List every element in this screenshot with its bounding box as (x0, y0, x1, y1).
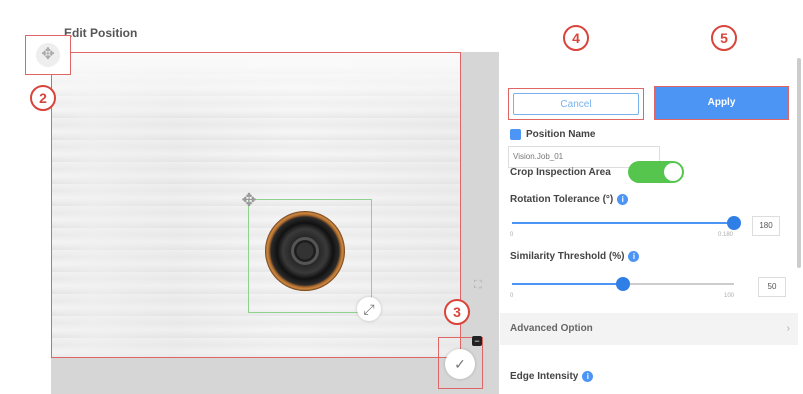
cancel-label: Cancel (513, 93, 639, 115)
similarity-threshold-label: Similarity Threshold (%) (510, 251, 625, 263)
position-name-icon (510, 129, 521, 140)
check-icon[interactable]: ✓ (445, 349, 475, 379)
position-outline (51, 52, 461, 358)
advanced-option-label: Advanced Option (510, 323, 593, 334)
advanced-option-header[interactable]: Advanced Option › (500, 313, 798, 345)
rotation-slider-thumb[interactable] (727, 216, 741, 230)
rotation-value-input[interactable]: 180 (752, 216, 780, 236)
move-position-button[interactable]: ✥ (25, 35, 71, 75)
fit-screen-icon[interactable]: ⛶ (474, 278, 482, 292)
info-icon[interactable]: i (617, 194, 629, 205)
similarity-slider-thumb[interactable] (616, 277, 630, 291)
edge-intensity-section: Edge Intensity i (510, 371, 594, 383)
similarity-value-input[interactable]: 50 (758, 277, 786, 297)
similarity-threshold-section: Similarity Threshold (%) i (510, 251, 640, 263)
rotation-max: 0.180 (718, 232, 734, 238)
edge-intensity-label: Edge Intensity (510, 371, 579, 383)
cancel-button[interactable]: Cancel (508, 88, 644, 120)
rotation-tolerance-label: Rotation Tolerance (°) (510, 194, 614, 206)
minus-icon[interactable]: − (472, 336, 482, 346)
callout-badge-3: 3 (444, 299, 470, 325)
info-icon[interactable]: i (582, 371, 594, 382)
edit-position-screen: Edit Position ✥ ⤢ ✥ 2 3 4 5 ⛶ ✓ − Cancel… (0, 0, 803, 394)
callout-badge-5: 5 (711, 25, 737, 51)
crop-inspection-label: Crop Inspection Area (510, 167, 611, 178)
similarity-slider-fill (512, 283, 623, 285)
callout-badge-2: 2 (30, 85, 56, 111)
page-title: Edit Position (64, 26, 138, 40)
position-name-section: Position Name (510, 129, 595, 140)
position-name-label: Position Name (526, 129, 596, 141)
rotation-min: 0 (510, 232, 514, 238)
move-icon: ✥ (36, 43, 60, 67)
similarity-min: 0 (510, 293, 514, 299)
panel-scrollbar[interactable] (797, 58, 801, 268)
apply-button[interactable]: Apply (654, 86, 789, 120)
callout-badge-4: 4 (563, 25, 589, 51)
rotation-tolerance-section: Rotation Tolerance (°) i (510, 194, 629, 206)
chevron-right-icon: › (786, 323, 790, 334)
similarity-slider[interactable] (512, 277, 734, 291)
crop-inspection-toggle[interactable] (628, 161, 684, 183)
similarity-max: 100 (724, 293, 735, 299)
rotation-slider-fill (512, 222, 734, 224)
rotation-slider[interactable] (512, 216, 741, 230)
confirm-position-area: ✓ − (438, 336, 483, 389)
info-icon[interactable]: i (628, 251, 640, 262)
